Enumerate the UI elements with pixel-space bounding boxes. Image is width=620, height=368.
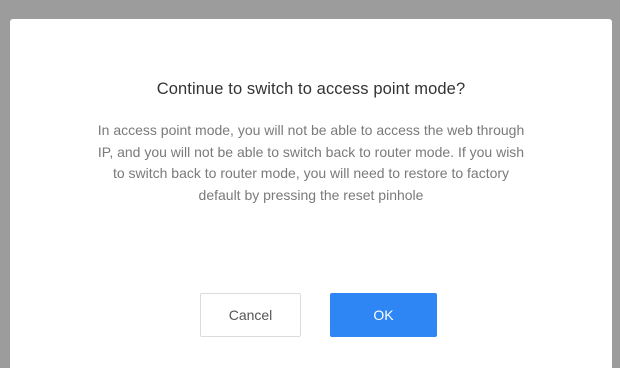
cancel-button[interactable]: Cancel — [200, 293, 301, 337]
ok-button[interactable]: OK — [330, 293, 437, 337]
dialog-actions: Cancel OK — [10, 293, 612, 337]
confirm-dialog: Continue to switch to access point mode?… — [10, 19, 612, 368]
dialog-title: Continue to switch to access point mode? — [156, 80, 466, 98]
dialog-message: In access point mode, you will not be ab… — [97, 122, 525, 203]
